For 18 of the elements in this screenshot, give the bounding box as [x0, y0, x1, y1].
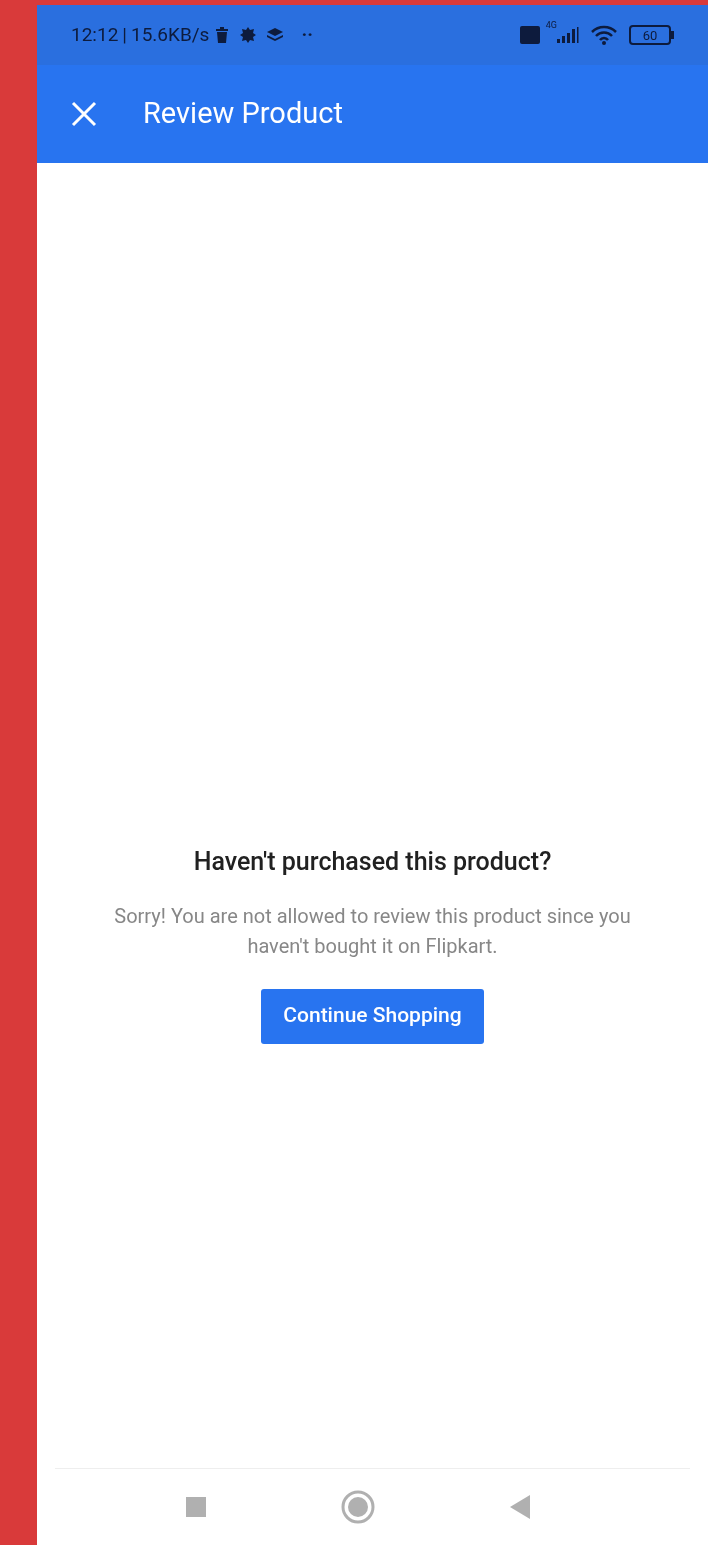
status-time: 12:12 — [71, 21, 119, 48]
battery-indicator: 60 — [629, 25, 674, 45]
back-icon[interactable] — [509, 1495, 530, 1519]
wifi-icon — [591, 25, 617, 45]
close-icon[interactable] — [71, 101, 97, 127]
recents-icon[interactable] — [185, 1497, 206, 1517]
message-title: Haven't purchased this product? — [193, 846, 552, 878]
trash-icon — [215, 27, 230, 43]
app-bar-title: Review Product — [143, 95, 343, 133]
more-notifications: ·· — [301, 21, 313, 48]
signal-icon — [557, 27, 579, 43]
continue-shopping-button[interactable]: Continue Shopping — [261, 988, 484, 1044]
layers-icon — [267, 28, 284, 42]
home-icon[interactable] — [340, 1490, 375, 1524]
status-separator: | — [122, 21, 127, 48]
message-body: Sorry! You are not allowed to review this product since you haven't bought it on Flipkart. — [113, 902, 632, 960]
network-speed: 15.6KB/s — [130, 21, 210, 48]
network-type: 4G — [545, 19, 557, 32]
